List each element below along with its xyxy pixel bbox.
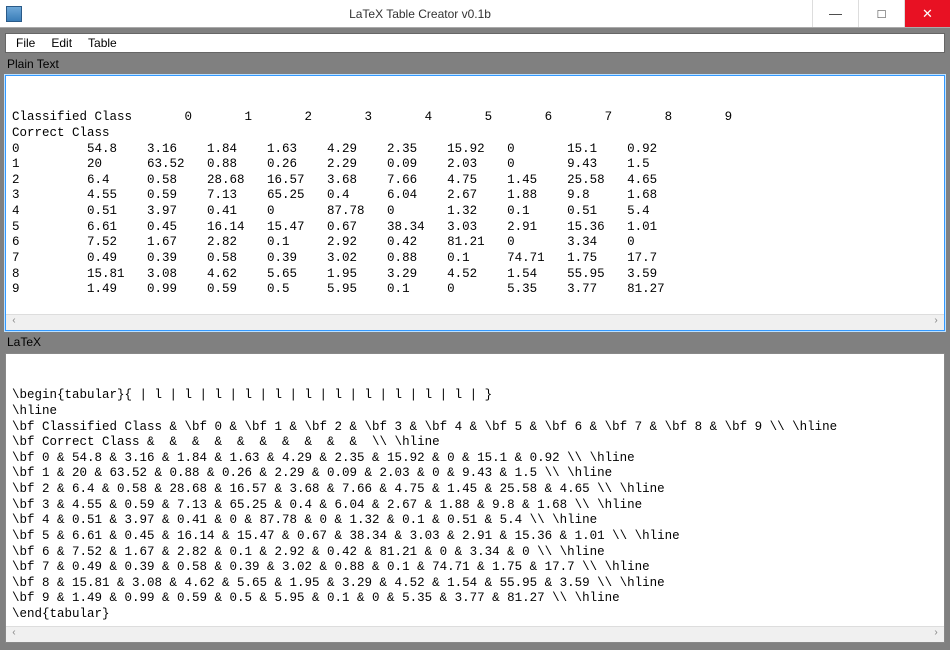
plain-text-pane[interactable]: Classified Class 0 1 2 3 4 5 6 7 8 9 Cor…	[5, 75, 945, 331]
menu-file[interactable]: File	[8, 35, 43, 51]
scroll-left-icon[interactable]: ‹	[6, 628, 22, 641]
window: LaTeX Table Creator v0.1b — □ ✕ File Edi…	[0, 0, 950, 650]
app-icon	[6, 6, 22, 22]
menu-table[interactable]: Table	[80, 35, 125, 51]
titlebar[interactable]: LaTeX Table Creator v0.1b — □ ✕	[0, 0, 950, 28]
plain-text-hscroll[interactable]: ‹ ›	[6, 314, 944, 330]
plain-text-label: Plain Text	[5, 57, 945, 71]
latex-hscroll[interactable]: ‹ ›	[6, 626, 944, 642]
maximize-button[interactable]: □	[858, 0, 904, 27]
window-title: LaTeX Table Creator v0.1b	[28, 7, 812, 21]
close-button[interactable]: ✕	[904, 0, 950, 27]
scroll-right-icon[interactable]: ›	[928, 628, 944, 641]
latex-label: LaTeX	[5, 335, 945, 349]
plain-text-content[interactable]: Classified Class 0 1 2 3 4 5 6 7 8 9 Cor…	[12, 110, 938, 298]
menubar: File Edit Table	[5, 33, 945, 53]
client-area: File Edit Table Plain Text Classified Cl…	[5, 33, 945, 645]
scroll-right-icon[interactable]: ›	[928, 316, 944, 329]
latex-pane[interactable]: \begin{tabular}{ | l | l | l | l | l | l…	[5, 353, 945, 643]
window-buttons: — □ ✕	[812, 0, 950, 27]
scroll-left-icon[interactable]: ‹	[6, 316, 22, 329]
menu-edit[interactable]: Edit	[43, 35, 80, 51]
latex-content[interactable]: \begin{tabular}{ | l | l | l | l | l | l…	[12, 388, 938, 622]
minimize-button[interactable]: —	[812, 0, 858, 27]
